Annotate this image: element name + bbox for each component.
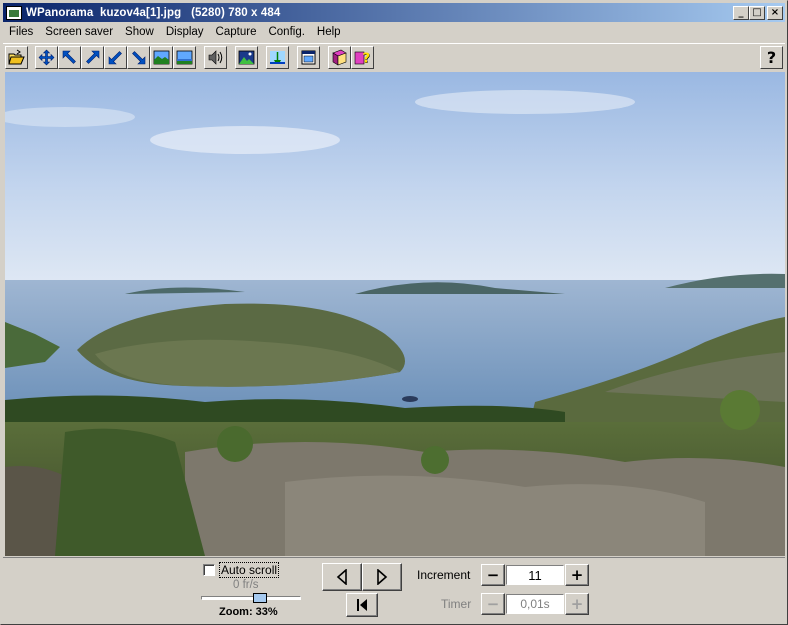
menu-config[interactable]: Config. (262, 23, 310, 42)
minimize-button[interactable]: _ (733, 5, 749, 20)
increment-minus-button[interactable]: − (481, 564, 505, 586)
maximize-button[interactable]: □ (749, 5, 765, 20)
landscape-button[interactable] (235, 46, 258, 69)
arrow-down-left-icon (108, 51, 122, 65)
triangle-right-icon (377, 569, 388, 585)
scroll-down-right-button[interactable] (127, 46, 150, 69)
arrow-up-left-icon (62, 50, 76, 64)
move-all-icon (38, 49, 55, 66)
panorama-down-icon (176, 50, 193, 65)
help-book-button[interactable]: ? ? (351, 46, 374, 69)
previous-button[interactable] (322, 563, 362, 591)
close-button[interactable]: × (767, 5, 783, 20)
zoom-slider-thumb[interactable] (252, 593, 267, 603)
help-book-icon: ? ? (354, 52, 371, 67)
triangle-left-icon (336, 569, 347, 585)
panorama-up-button[interactable] (150, 46, 173, 69)
plus-icon: + (570, 565, 584, 584)
menu-screen-saver[interactable]: Screen saver (39, 23, 119, 42)
fit-window-icon (301, 50, 316, 65)
book-icon (332, 49, 347, 66)
plus-icon: + (570, 594, 584, 613)
zoom-slider-track[interactable] (201, 596, 301, 600)
sea-scene-icon (270, 51, 285, 64)
title-bar[interactable]: WPanorama kuzov4a[1].jpg (5280) 780 x 48… (3, 3, 785, 22)
increment-label: Increment (417, 568, 471, 582)
app-icon[interactable] (6, 5, 22, 20)
menu-capture[interactable]: Capture (210, 23, 263, 42)
sea-scene-button[interactable] (266, 46, 289, 69)
timer-minus-button[interactable]: − (481, 593, 505, 615)
move-all-button[interactable] (35, 46, 58, 69)
timer-field[interactable]: 0,01s (506, 594, 564, 614)
go-to-start-button[interactable] (346, 593, 378, 617)
arrow-down-right-icon (132, 51, 146, 65)
increment-plus-button[interactable]: + (565, 564, 589, 586)
sound-button[interactable] (204, 46, 227, 69)
control-panel: Auto scroll 0 fr/s Zoom: 33% Increment −… (3, 557, 785, 623)
next-button[interactable] (362, 563, 402, 591)
scroll-up-left-button[interactable] (58, 46, 81, 69)
zoom-readout: Zoom: 33% (219, 606, 278, 618)
minus-icon: − (486, 594, 500, 613)
fit-window-button[interactable] (297, 46, 320, 69)
window-controls: _ □ × (733, 5, 783, 20)
landscape-icon (238, 50, 255, 65)
timer-plus-button[interactable]: + (565, 593, 589, 615)
toolbar: ? ? ? (3, 43, 785, 71)
scroll-up-right-button[interactable] (81, 46, 104, 69)
menu-files[interactable]: Files (3, 23, 39, 42)
minus-icon: − (486, 565, 500, 584)
menu-help[interactable]: Help (311, 23, 347, 42)
app-window: WPanorama kuzov4a[1].jpg (5280) 780 x 48… (0, 0, 788, 625)
menu-display[interactable]: Display (160, 23, 210, 42)
svg-text:?: ? (363, 52, 371, 67)
increment-field[interactable]: 11 (506, 565, 564, 585)
panorama-image (5, 72, 785, 556)
open-file-icon (8, 49, 25, 65)
timer-label: Timer (441, 597, 472, 611)
menu-show[interactable]: Show (119, 23, 160, 42)
help-button[interactable]: ? (760, 46, 783, 69)
sound-icon (208, 50, 223, 65)
panorama-down-button[interactable] (173, 46, 196, 69)
arrow-up-right-icon (86, 50, 100, 64)
skip-to-start-icon (357, 599, 367, 611)
open-file-button[interactable] (5, 46, 28, 69)
book-button[interactable] (328, 46, 351, 69)
window-title: WPanorama kuzov4a[1].jpg (5280) 780 x 48… (26, 6, 281, 19)
panorama-view[interactable] (5, 72, 785, 556)
auto-scroll-control[interactable]: Auto scroll (203, 562, 280, 578)
auto-scroll-label[interactable]: Auto scroll (219, 562, 280, 578)
scroll-down-left-button[interactable] (104, 46, 127, 69)
panorama-up-icon (153, 50, 170, 65)
menu-bar: Files Screen saver Show Display Capture … (3, 23, 347, 42)
auto-scroll-checkbox[interactable] (203, 564, 215, 576)
frame-rate-readout: 0 fr/s (233, 579, 259, 591)
